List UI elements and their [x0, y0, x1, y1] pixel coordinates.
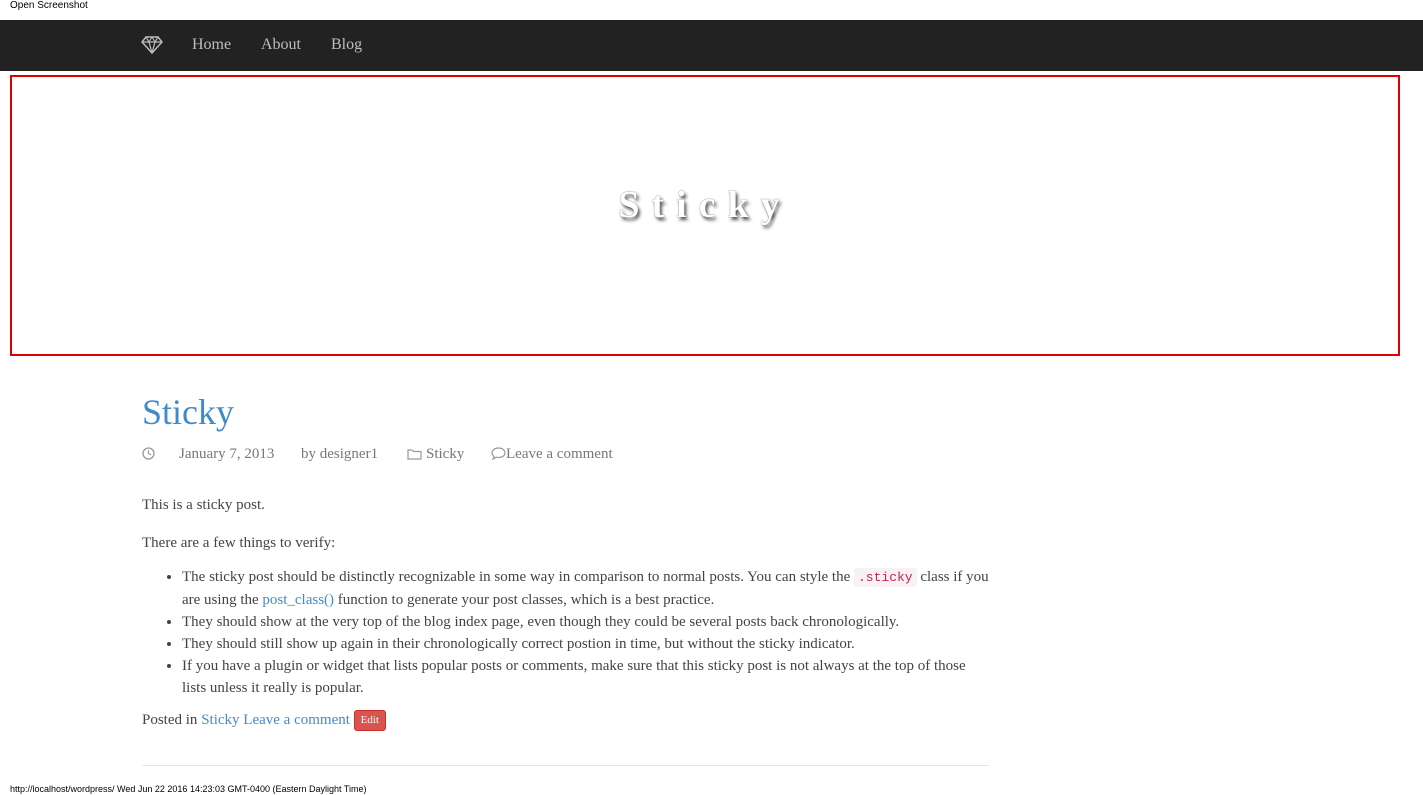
- status-bar: http://localhost/wordpress/ Wed Jun 22 2…: [10, 784, 367, 794]
- screenshot-label: Open Screenshot: [10, 0, 88, 11]
- post-class-link[interactable]: post_class(): [262, 592, 334, 608]
- list-item: They should show at the very top of the …: [182, 611, 989, 633]
- post-author[interactable]: by designer1: [301, 446, 378, 463]
- hero-banner: Sticky: [10, 75, 1400, 356]
- post-article: Sticky January 7, 2013 by designer1 Stic…: [142, 390, 989, 731]
- folder-icon: [407, 446, 422, 463]
- nav-home[interactable]: Home: [192, 35, 231, 55]
- top-navbar: Home About Blog: [0, 20, 1423, 71]
- nav-blog[interactable]: Blog: [331, 35, 362, 55]
- list-item-text: The sticky post should be distinctly rec…: [182, 569, 854, 585]
- hero-title: Sticky: [618, 184, 792, 226]
- post-category[interactable]: Sticky: [426, 446, 464, 463]
- list-item: They should still show up again in their…: [182, 633, 989, 655]
- post-footer: Posted in Sticky Leave a comment Edit: [142, 709, 989, 731]
- footer-category-link[interactable]: Sticky: [201, 712, 239, 728]
- comment-icon: [491, 446, 506, 463]
- edit-button[interactable]: Edit: [353, 710, 386, 731]
- clock-icon: [142, 446, 155, 463]
- post-body: This is a sticky post. There are a few t…: [142, 494, 989, 731]
- post-paragraph-1: This is a sticky post.: [142, 497, 265, 513]
- post-divider: [142, 765, 989, 766]
- list-item-text: function to generate your post classes, …: [334, 592, 715, 608]
- list-item: If you have a plugin or widget that list…: [182, 655, 989, 699]
- footer-leave-comment-link[interactable]: Leave a comment: [243, 712, 350, 728]
- posted-in-label: Posted in: [142, 712, 198, 728]
- post-meta: January 7, 2013 by designer1 Sticky Leav…: [142, 446, 989, 466]
- verify-list: The sticky post should be distinctly rec…: [142, 566, 989, 699]
- post-date[interactable]: January 7, 2013: [179, 446, 274, 463]
- meta-leave-comment-link[interactable]: Leave a comment: [506, 446, 613, 463]
- sticky-class-code: .sticky: [853, 568, 917, 587]
- post-title[interactable]: Sticky: [142, 390, 989, 434]
- list-item: The sticky post should be distinctly rec…: [182, 566, 989, 611]
- post-paragraph-2: There are a few things to verify:: [142, 535, 336, 551]
- nav-about[interactable]: About: [261, 35, 301, 55]
- diamond-icon[interactable]: [141, 36, 163, 56]
